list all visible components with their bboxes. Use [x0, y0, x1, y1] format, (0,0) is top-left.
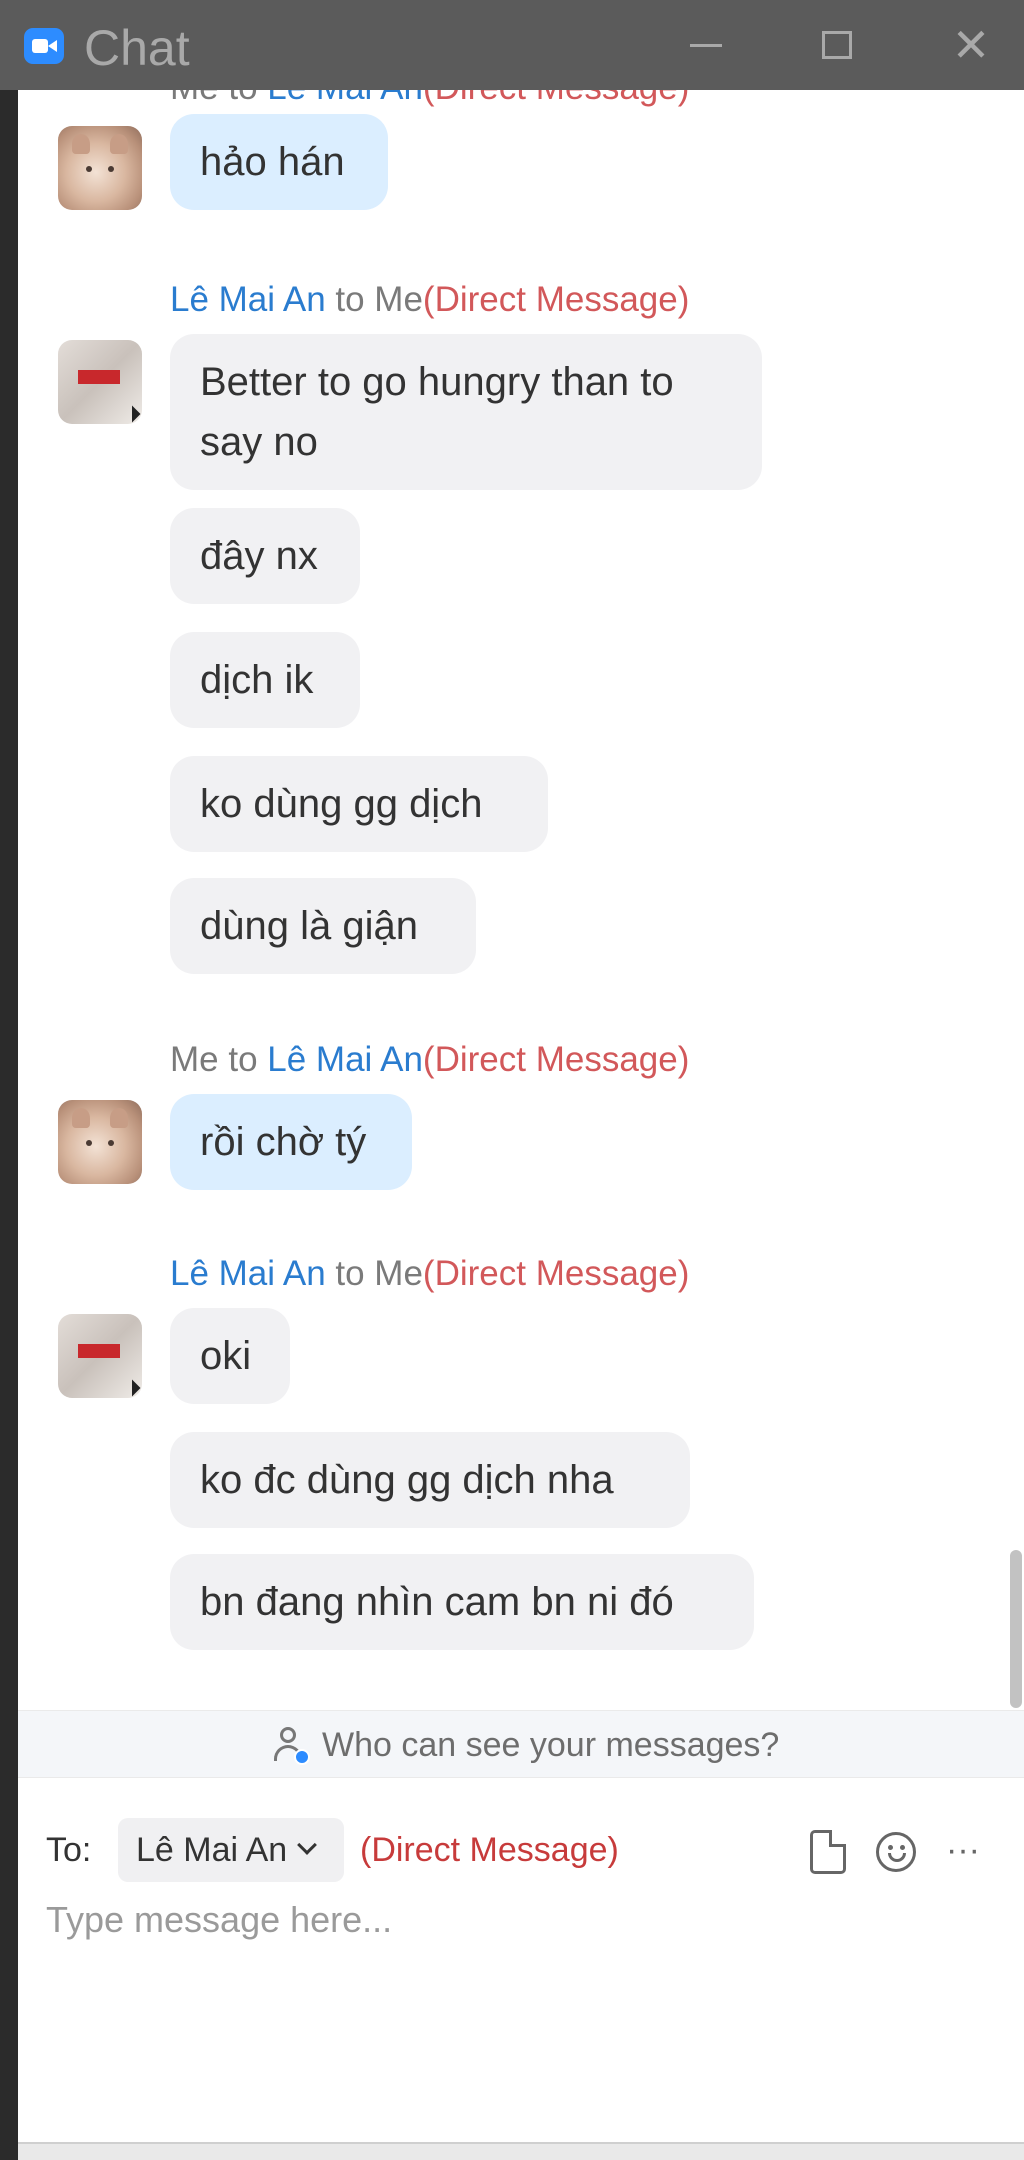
message-list[interactable]: Me to Lê Mai An(Direct Message) hảo hán … [18, 90, 1024, 1710]
message-input[interactable] [46, 1890, 996, 2110]
window-title: Chat [84, 20, 190, 76]
user-privacy-icon [272, 1725, 312, 1767]
emoji-icon[interactable] [876, 1832, 916, 1872]
privacy-bar[interactable]: Who can see your messages? [18, 1710, 1024, 1778]
message-bubble[interactable]: rồi chờ tý [170, 1094, 412, 1190]
message-header: Me to Lê Mai An(Direct Message) [170, 90, 689, 110]
recipient-name[interactable]: Lê Mai An [267, 1040, 423, 1079]
file-icon[interactable] [810, 1830, 846, 1874]
recipient-name[interactable]: Lê Mai An [267, 90, 423, 107]
zoom-camera-icon [24, 28, 64, 64]
avatar[interactable] [58, 126, 142, 210]
sender-name[interactable]: Lê Mai An [170, 280, 326, 319]
maximize-button[interactable] [812, 20, 862, 70]
message-bubble[interactable]: oki [170, 1308, 290, 1404]
avatar[interactable] [58, 1314, 142, 1398]
message-bubble[interactable]: hảo hán [170, 114, 388, 210]
privacy-link[interactable]: Who can see your messages? [322, 1725, 779, 1765]
bottom-edge [18, 2142, 1024, 2160]
avatar[interactable] [58, 340, 142, 424]
message-header: Lê Mai An to Me(Direct Message) [170, 1254, 690, 1293]
more-icon[interactable]: ··· [940, 1832, 986, 1872]
maximize-icon [822, 31, 852, 59]
sender-name[interactable]: Lê Mai An [170, 1254, 326, 1293]
message-bubble[interactable]: ko đc dùng gg dịch nha [170, 1432, 690, 1528]
direct-message-label: (Direct Message) [360, 1831, 619, 1869]
chat-window: Me to Lê Mai An(Direct Message) hảo hán … [18, 90, 1024, 2142]
message-bubble[interactable]: ko dùng gg dịch [170, 756, 548, 852]
avatar[interactable] [58, 1100, 142, 1184]
to-label: To: [46, 1831, 92, 1869]
message-header: Lê Mai An to Me(Direct Message) [170, 280, 690, 319]
close-icon: ✕ [951, 19, 991, 71]
close-button[interactable]: ✕ [946, 20, 996, 70]
message-bubble[interactable]: Better to go hungry than to say no [170, 334, 762, 490]
minimize-icon [690, 43, 722, 47]
recipient-dropdown[interactable]: Lê Mai An [118, 1818, 344, 1882]
message-header: Me to Lê Mai An(Direct Message) [170, 1040, 690, 1079]
message-bubble[interactable]: bn đang nhìn cam bn ni đó [170, 1554, 754, 1650]
minimize-button[interactable] [681, 20, 731, 70]
recipient-dropdown-label: Lê Mai An [136, 1831, 288, 1869]
scrollbar[interactable] [1010, 1550, 1022, 1708]
message-bubble[interactable]: dùng là giận [170, 878, 476, 974]
chevron-down-icon [297, 1835, 317, 1855]
message-bubble[interactable]: đây nx [170, 508, 360, 604]
title-bar: Chat ✕ [0, 0, 1024, 90]
message-bubble[interactable]: dịch ik [170, 632, 360, 728]
